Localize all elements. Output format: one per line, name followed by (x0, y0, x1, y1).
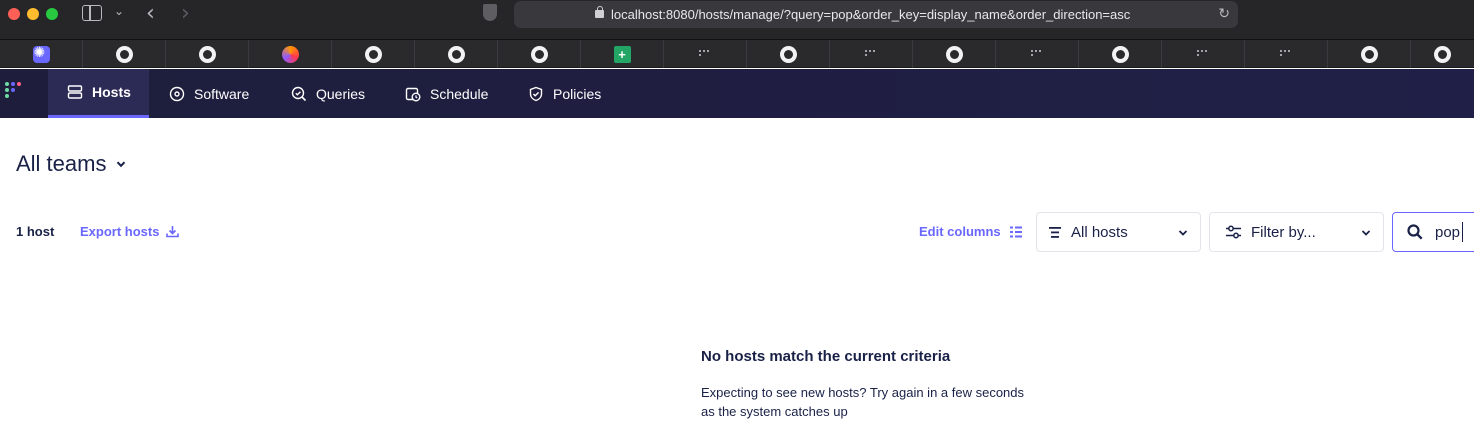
status-filter-dropdown[interactable]: All hosts (1036, 212, 1201, 252)
bookmark-github[interactable] (1411, 40, 1474, 68)
browser-toolbar: ⌄ ‹ › localhost:8080/hosts/manage/?query… (0, 0, 1474, 40)
schedule-icon (405, 87, 421, 101)
bookmark-github[interactable] (1079, 40, 1162, 68)
tab-policies[interactable]: Policies (528, 69, 601, 118)
bookmark-dots[interactable] (664, 40, 747, 68)
github-icon (945, 45, 963, 63)
github-icon (779, 45, 797, 63)
queries-icon (291, 86, 307, 101)
filter-by-dropdown[interactable]: Filter by... (1209, 212, 1384, 252)
chevron-down-icon[interactable]: ⌄ (114, 4, 124, 18)
filter-lines-icon (1049, 226, 1061, 238)
github-icon (447, 45, 465, 63)
reload-icon[interactable]: ↻ (1218, 5, 1230, 22)
tab-schedule[interactable]: Schedule (405, 69, 488, 118)
bookmark-firefox[interactable] (249, 40, 332, 68)
bookmark-github[interactable] (83, 40, 166, 68)
software-icon (169, 86, 185, 101)
github-icon (1360, 45, 1378, 63)
tab-queries[interactable]: Queries (291, 69, 365, 118)
github-icon (530, 45, 548, 63)
back-arrow-icon[interactable]: ‹ (146, 1, 155, 26)
tab-software[interactable]: Software (169, 69, 249, 118)
fleet-icon (32, 45, 50, 63)
bookmark-github[interactable] (166, 40, 249, 68)
empty-state-title: No hosts match the current criteria (701, 348, 951, 365)
tab-software-label: Software (194, 85, 250, 102)
github-icon (115, 45, 133, 63)
bookmark-dots[interactable] (830, 40, 913, 68)
bookmark-github[interactable] (415, 40, 498, 68)
bookmark-github[interactable] (498, 40, 581, 68)
tab-schedule-label: Schedule (430, 85, 489, 102)
hosts-icon (67, 85, 83, 99)
chevron-down-icon (1361, 230, 1371, 236)
edit-columns-label: Edit columns (919, 224, 1001, 239)
edit-columns-button[interactable]: Edit columns (919, 224, 1022, 239)
empty-state-line: Expecting to see new hosts? Try again in… (701, 385, 1025, 400)
close-window-button[interactable] (8, 8, 20, 20)
github-icon (1434, 45, 1451, 63)
dots-icon (699, 50, 711, 58)
firefox-icon (281, 45, 299, 63)
github-icon (1111, 45, 1129, 63)
bookmark-sheets[interactable]: + (581, 40, 664, 68)
empty-state-description: Expecting to see new hosts? Try again in… (701, 383, 1061, 421)
tab-hosts-label: Hosts (92, 84, 131, 100)
empty-state-line: as the system catches up (701, 404, 848, 419)
tab-policies-label: Policies (553, 85, 602, 102)
lock-icon (595, 6, 604, 18)
text-cursor (1462, 222, 1463, 242)
dots-icon (1280, 50, 1292, 58)
minimize-window-button[interactable] (27, 8, 39, 20)
tab-queries-label: Queries (316, 85, 366, 102)
empty-state: No hosts match the current criteria Expe… (701, 348, 1061, 421)
policies-icon (529, 86, 543, 101)
bookmark-fleet[interactable] (0, 40, 83, 68)
github-icon (198, 45, 216, 63)
status-filter-value: All hosts (1071, 223, 1128, 241)
host-count: 1 host (16, 224, 55, 239)
team-title: All teams (16, 151, 107, 176)
address-bar[interactable]: localhost:8080/hosts/manage/?query=pop&o… (514, 1, 1238, 28)
chevron-down-icon (117, 161, 126, 168)
bookmark-github[interactable] (1328, 40, 1411, 68)
maximize-window-button[interactable] (46, 8, 58, 20)
dots-icon (1031, 50, 1043, 58)
search-input[interactable] (1435, 223, 1474, 241)
chevron-down-icon (1178, 230, 1188, 236)
bookmark-dots[interactable] (1162, 40, 1245, 68)
bookmark-dots[interactable] (996, 40, 1079, 68)
sheets-icon: + (613, 45, 631, 63)
privacy-shield-icon[interactable] (483, 4, 497, 21)
dots-icon (1197, 50, 1209, 58)
bookmark-dots[interactable] (1245, 40, 1328, 68)
bookmarks-bar: + (0, 40, 1474, 68)
filter-by-label: Filter by... (1251, 223, 1316, 241)
export-hosts-label: Export hosts (80, 224, 160, 239)
search-icon (1407, 224, 1423, 240)
columns-icon (1009, 226, 1022, 237)
forward-arrow-icon[interactable]: › (181, 1, 190, 26)
url-text: localhost:8080/hosts/manage/?query=pop&o… (611, 7, 1131, 22)
bookmark-github[interactable] (747, 40, 830, 68)
sliders-icon (1226, 225, 1241, 239)
bookmark-github[interactable] (913, 40, 996, 68)
tab-hosts[interactable]: Hosts (48, 69, 149, 118)
export-hosts-link[interactable]: Export hosts (80, 224, 180, 239)
dots-icon (865, 50, 877, 58)
download-icon (166, 226, 180, 238)
bookmark-github[interactable] (332, 40, 415, 68)
github-icon (364, 45, 382, 63)
app-navigation: Hosts Software Queries Schedule Policies (0, 69, 1474, 118)
sidebar-toggle-icon[interactable] (82, 5, 102, 21)
team-selector[interactable]: All teams (16, 151, 126, 177)
fleet-logo-icon[interactable] (5, 82, 27, 104)
